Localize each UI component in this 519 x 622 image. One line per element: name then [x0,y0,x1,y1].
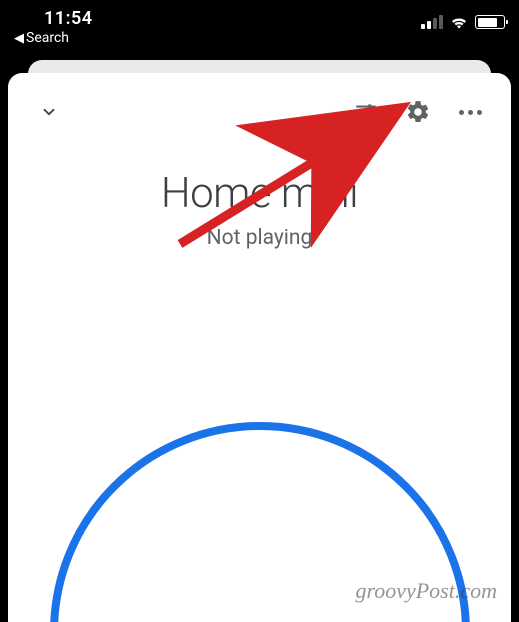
battery-icon [475,15,505,29]
wifi-icon [449,14,469,30]
back-arrow-icon: ◀ [14,31,24,46]
more-button[interactable] [449,91,491,133]
settings-button[interactable] [397,91,439,133]
gear-icon [405,99,431,125]
chevron-down-icon [40,103,58,121]
device-sheet: Home mini Not playing [8,73,511,622]
more-horizontal-icon [459,110,482,115]
cellular-signal-icon [421,15,443,29]
toolbar [8,73,511,143]
back-label: Search [26,30,69,46]
clock: 11:54 [14,8,93,29]
back-to-search[interactable]: ◀ Search [14,30,93,46]
watermark: groovyPost.com [355,578,497,604]
equalizer-icon [353,99,379,125]
status-right [421,8,505,30]
status-bar: 11:54 ◀ Search [0,0,519,55]
status-left: 11:54 ◀ Search [14,8,93,46]
collapse-button[interactable] [28,91,70,133]
playback-status: Not playing [8,226,511,250]
device-name: Home mini [8,169,511,218]
equalizer-button[interactable] [345,91,387,133]
